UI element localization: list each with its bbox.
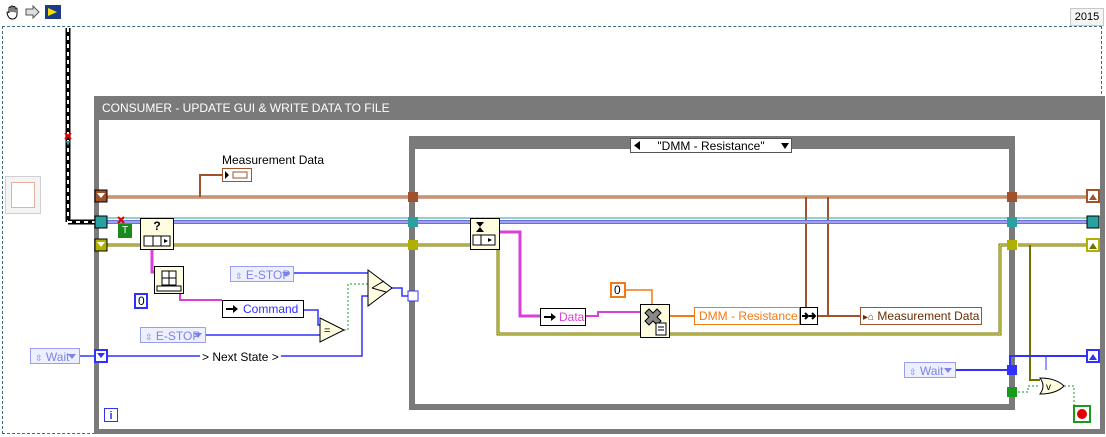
timeout-true-icon: T [118,224,132,238]
svg-text:v: v [1046,382,1051,393]
wait-enum-constant-left[interactable]: ⇳ Wait [30,348,80,364]
enum-constant-icon-3: ⇳ [35,353,43,363]
measurement-data-label: Measurement Data [222,153,325,167]
chevron-down-icon [194,333,202,338]
data-unbundle-node[interactable]: Data [540,308,586,326]
next-state-label: > Next State > [200,350,281,364]
estop-enum-constant-1[interactable]: ⇳ E-STOP [230,266,294,282]
index-constant-0[interactable]: 0 [134,293,148,309]
wait-enum-constant-right[interactable]: ⇳ Wait [904,362,956,378]
chevron-down-icon [944,368,952,373]
bundle-arrows-icon [802,312,817,320]
measurement-data-indicator[interactable]: ▸⌂ Measurement Data [860,307,982,325]
unbundle-arrow-icon [226,305,238,313]
command-label: Command [243,302,299,316]
hourglass-queue-icon [472,222,496,246]
queue-icon [143,235,171,247]
svg-text:=: = [324,325,330,337]
enum-constant-icon-1: ⇳ [235,271,243,281]
command-unbundle-node[interactable]: Command [222,300,304,318]
chevron-down-icon [282,272,290,277]
cluster-icon [225,171,248,179]
bundle-by-name-node[interactable] [800,307,818,325]
dmm-resistance-string: DMM - Resistance [694,307,800,325]
home-arrow-icon: ▸⌂ [863,312,875,323]
dequeue-question-mark: ? [153,219,161,233]
estop-enum-constant-2[interactable]: ⇳ E-STOP [140,327,206,343]
enum-constant-icon-2: ⇳ [145,332,153,342]
variant-conversion-icon [644,308,667,336]
iteration-terminal: i [104,408,118,422]
chevron-down-icon [68,354,76,359]
array-grid-icon [156,270,182,292]
dequeue-element-node[interactable]: ? [140,218,174,250]
enum-constant-icon-4: ⇳ [909,367,917,377]
measurement-data-local-icon[interactable] [222,168,252,182]
preview-queue-node[interactable] [470,218,500,250]
variant-to-data-node[interactable] [640,304,670,338]
orange-constant-0[interactable]: 0 [610,282,626,298]
data-label: Data [559,310,585,324]
unbundle-arrow-icon-2 [544,313,556,321]
index-array-node[interactable] [154,266,184,294]
